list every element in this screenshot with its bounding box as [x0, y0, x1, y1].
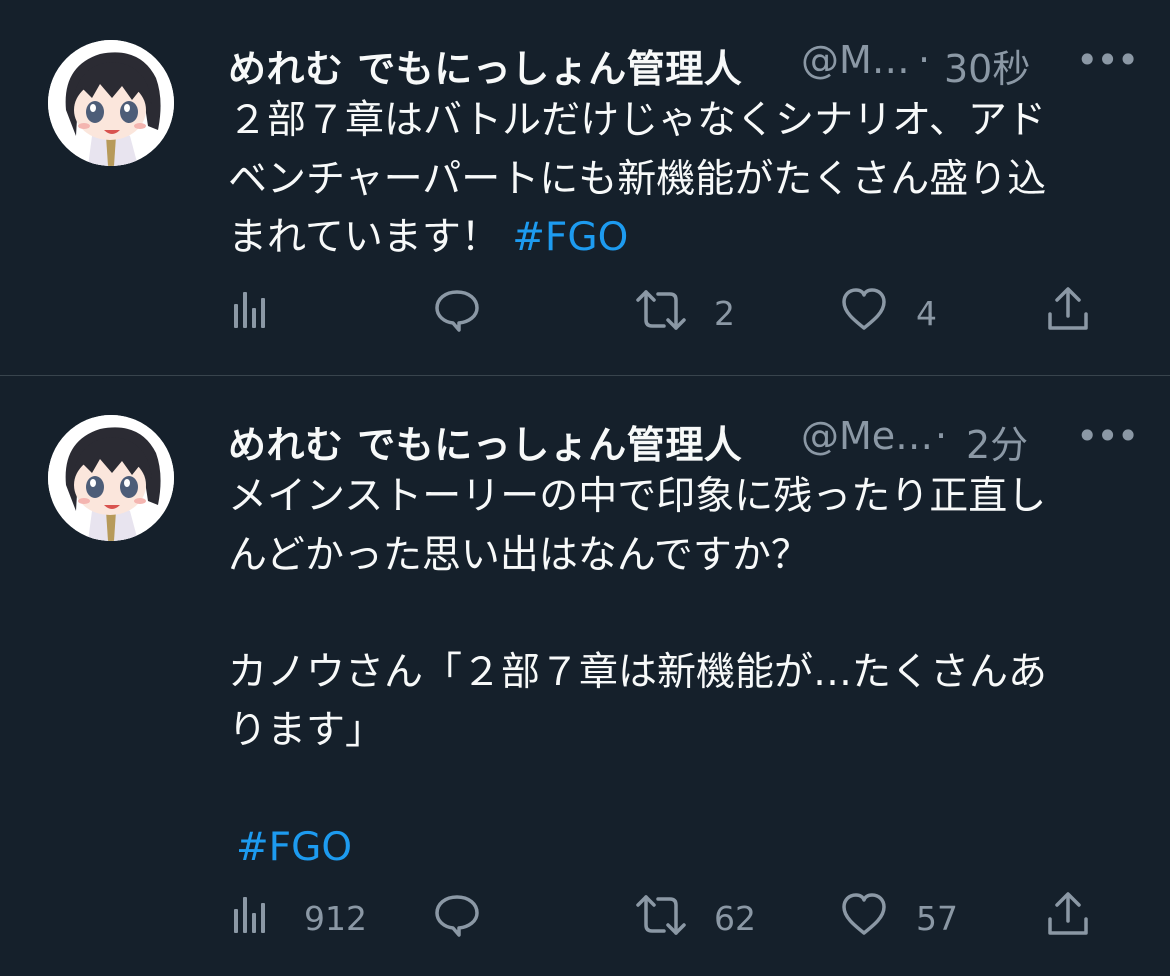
action-bar: 2 4 — [228, 286, 1108, 336]
avatar[interactable] — [48, 415, 174, 541]
display-name[interactable]: めれむ でもにっしょん管理人 — [228, 414, 742, 469]
more-options-icon[interactable]: ••• — [1076, 414, 1139, 458]
share-button[interactable] — [1046, 891, 1096, 941]
text-line-with-hashtag: まれています！ #FGO — [228, 209, 1118, 268]
hashtag-link[interactable]: #FGO — [512, 215, 628, 260]
like-button[interactable]: 4 — [840, 286, 950, 336]
tweet-header: めれむ でもにっしょん管理人 @M… · 30秒 ••• — [228, 36, 1139, 91]
tweet[interactable]: めれむ でもにっしょん管理人 @Me… · 2分 ••• メインストーリーの中で… — [0, 376, 1170, 976]
text-line: んどかった思い出はなんですか？ — [228, 532, 810, 578]
like-count: 4 — [916, 294, 937, 333]
retweet-count: 62 — [714, 899, 756, 938]
timestamp[interactable]: 2分 — [966, 414, 1028, 469]
text-line: カノウさん「２部７章は新機能が…たくさんあ — [228, 649, 1048, 695]
reply-icon — [435, 290, 479, 332]
like-count: 57 — [916, 899, 958, 938]
retweet-button[interactable]: 2 — [634, 286, 754, 336]
hashtag-link[interactable]: #FGO — [236, 825, 352, 870]
avatar-image — [48, 40, 174, 166]
share-icon — [1048, 287, 1088, 330]
user-handle[interactable]: @M… — [801, 38, 910, 82]
timestamp[interactable]: 30秒 — [944, 38, 1030, 93]
user-handle[interactable]: @Me… — [801, 414, 933, 458]
avatar[interactable] — [48, 40, 174, 166]
separator-dot: · — [935, 414, 948, 458]
avatar-image — [48, 415, 174, 541]
heart-icon — [842, 893, 886, 935]
text-line: ベンチャーパートにも新機能がたくさん盛り込 — [228, 156, 1047, 202]
text-line: ２部７章はバトルだけじゃなくシナリオ、アド — [228, 98, 1046, 143]
action-bar: 912 62 57 — [228, 891, 1108, 941]
view-count: 912 — [304, 899, 367, 938]
like-button[interactable]: 57 — [840, 891, 980, 941]
views-button[interactable]: 912 — [232, 891, 372, 941]
text-line: まれています！ — [228, 215, 513, 260]
views-button[interactable] — [232, 286, 292, 336]
analytics-icon — [234, 897, 265, 933]
text-line-with-hashtag: #FGO — [228, 819, 1118, 878]
tweet-header: めれむ でもにっしょん管理人 @Me… · 2分 ••• — [228, 412, 1139, 467]
text-line: メインストーリーの中で印象に残ったり正直し — [228, 474, 1047, 519]
separator-dot: · — [918, 38, 931, 82]
reply-button[interactable] — [433, 286, 493, 336]
tweet-text: メインストーリーの中で印象に残ったり正直し んどかった思い出はなんですか？ カノ… — [228, 468, 1118, 878]
retweet-count: 2 — [714, 294, 735, 333]
more-options-icon[interactable]: ••• — [1076, 38, 1139, 82]
text-line: ります」 — [228, 708, 385, 753]
display-name[interactable]: めれむ でもにっしょん管理人 — [228, 38, 742, 93]
timeline: めれむ でもにっしょん管理人 @M… · 30秒 ••• ２部７章はバトルだけじ… — [0, 0, 1170, 976]
retweet-icon — [636, 290, 686, 330]
tweet-text: ２部７章はバトルだけじゃなくシナリオ、アド ベンチャーパートにも新機能がたくさん… — [228, 92, 1118, 268]
heart-icon — [842, 288, 886, 330]
share-button[interactable] — [1046, 286, 1096, 336]
retweet-icon — [636, 895, 686, 935]
retweet-button[interactable]: 62 — [634, 891, 774, 941]
reply-icon — [435, 895, 479, 937]
analytics-icon — [234, 292, 265, 328]
tweet[interactable]: めれむ でもにっしょん管理人 @M… · 30秒 ••• ２部７章はバトルだけじ… — [0, 0, 1170, 375]
share-icon — [1048, 892, 1088, 935]
reply-button[interactable] — [433, 891, 493, 941]
